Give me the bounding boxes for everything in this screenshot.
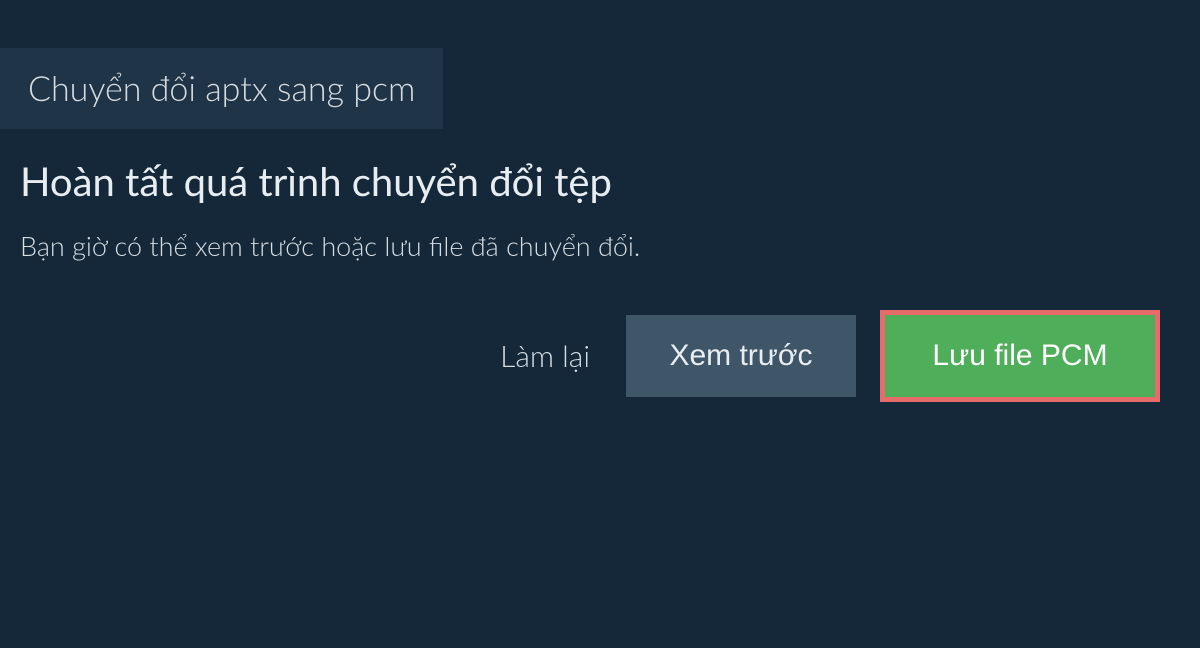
tab-convert[interactable]: Chuyển đổi aptx sang pcm [0, 48, 443, 129]
preview-button[interactable]: Xem trước [626, 315, 856, 397]
content-area: Hoàn tất quá trình chuyển đổi tệp Bạn gi… [0, 129, 1200, 402]
save-button[interactable]: Lưu file PCM [880, 310, 1160, 402]
page-subtitle: Bạn giờ có thể xem trước hoặc lưu file đ… [20, 229, 1180, 262]
retry-button[interactable]: Làm lại [488, 338, 602, 374]
page-title: Hoàn tất quá trình chuyển đổi tệp [20, 157, 1180, 205]
tab-label: Chuyển đổi aptx sang pcm [28, 68, 415, 109]
button-row: Làm lại Xem trước Lưu file PCM [20, 310, 1180, 402]
